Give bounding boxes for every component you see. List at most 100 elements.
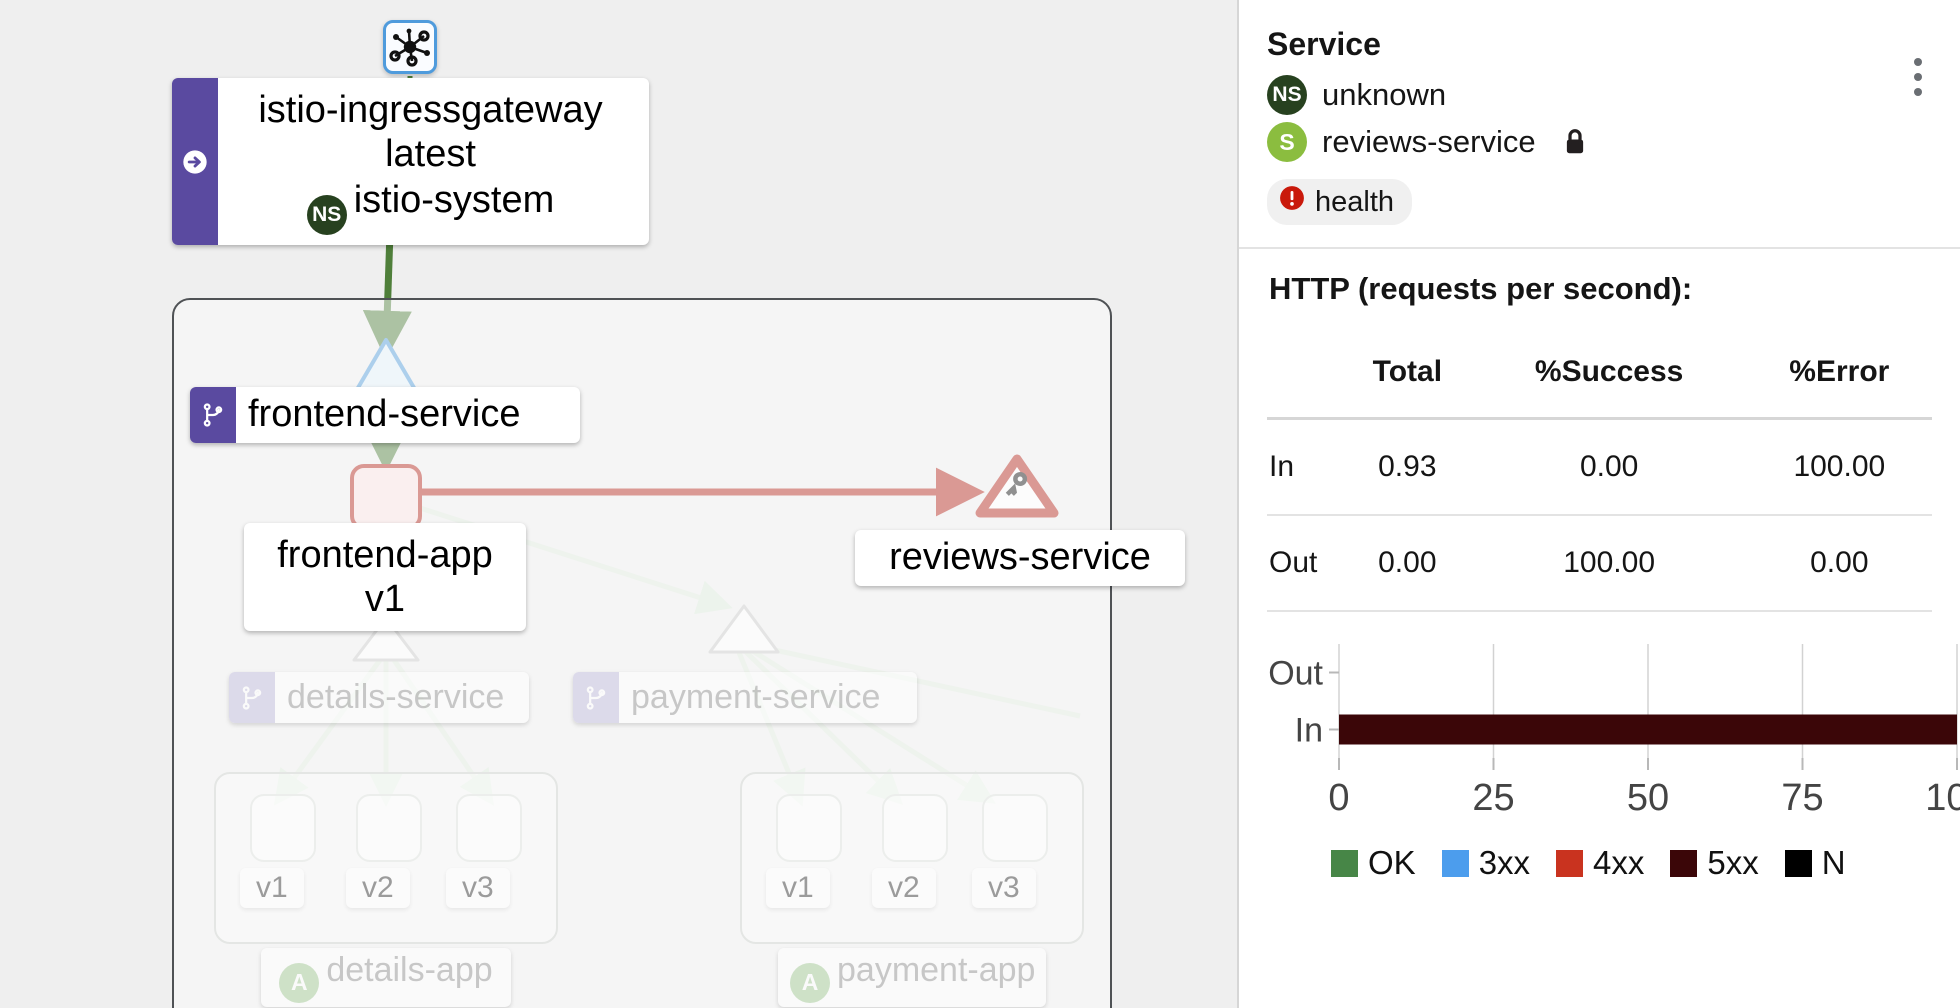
legend-swatch: [1441, 849, 1469, 877]
service-branch-icon: [586, 686, 606, 710]
service-branch-icon: [242, 686, 262, 710]
node-payment-app[interactable]: Apayment-app: [778, 948, 1046, 1007]
panel-header: Service NS unknown S reviews-service hea…: [1239, 0, 1960, 247]
legend-item-5xx[interactable]: 5xx: [1670, 844, 1759, 882]
payment-v3-box[interactable]: [982, 794, 1048, 862]
service-branch-icon: [203, 403, 223, 427]
frontend-service-gutter: [190, 387, 236, 443]
legend-label: 4xx: [1593, 844, 1645, 881]
panel-namespace-row: NS unknown: [1267, 75, 1932, 115]
frontend-app-name: frontend-app: [277, 534, 493, 576]
cell-direction: Out: [1267, 515, 1343, 612]
panel-service-row: S reviews-service: [1267, 122, 1932, 162]
ns-name: istio-system: [353, 179, 555, 222]
cell-total: 0.00: [1343, 515, 1472, 612]
col-error: %Error: [1746, 325, 1932, 420]
cluster-node[interactable]: [383, 20, 437, 74]
payment-v2-label: v2: [872, 868, 936, 908]
panel-title: Service: [1267, 26, 1381, 62]
app-badge: A: [279, 962, 320, 1003]
reviews-service-label: reviews-service: [889, 536, 1151, 578]
payment-service-gutter: [573, 672, 619, 724]
svg-text:50: 50: [1627, 777, 1669, 819]
legend-swatch: [1331, 849, 1358, 877]
payment-v1-box[interactable]: [776, 794, 842, 862]
node-title-line1: istio-ingressgateway: [258, 89, 603, 131]
mesh-icon: [389, 28, 430, 67]
ns-badge: NS: [1267, 75, 1307, 115]
node-frontend-service[interactable]: frontend-service: [190, 387, 580, 443]
svg-text:0: 0: [1328, 777, 1349, 819]
node-label-text: frontend-service: [248, 393, 521, 435]
table-header-row: Total %Success %Error: [1267, 325, 1932, 420]
svg-text:75: 75: [1781, 777, 1823, 819]
payment-v1-label: v1: [766, 868, 830, 908]
payment-app-label: payment-app: [837, 951, 1036, 989]
http-section-title: HTTP (requests per second):: [1269, 271, 1693, 306]
payment-service-label: payment-service: [631, 678, 881, 716]
table-row: In 0.93 0.00 100.00: [1267, 418, 1932, 516]
cell-success: 100.00: [1471, 515, 1747, 612]
legend-item-ok[interactable]: OK: [1331, 844, 1416, 882]
col-direction: [1267, 325, 1343, 420]
side-panel: Service NS unknown S reviews-service hea…: [1237, 0, 1960, 1008]
chart-svg: Out In0 25 50 75 100: [1268, 644, 1960, 819]
node-reviews-service[interactable]: reviews-service: [855, 530, 1185, 586]
svg-text:Out: Out: [1268, 655, 1323, 693]
panel-service-name: reviews-service: [1322, 124, 1536, 159]
cell-error: 100.00: [1746, 418, 1932, 516]
http-metrics-section: HTTP (requests per second): Total %Succe…: [1239, 249, 1960, 882]
graph-canvas[interactable]: istio-ingressgateway latest NS istio-syst…: [0, 0, 1237, 1008]
col-success: %Success: [1471, 325, 1747, 420]
legend-item-3xx[interactable]: 3xx: [1441, 844, 1531, 882]
service-badge: S: [1267, 122, 1307, 162]
legend-label: 3xx: [1478, 844, 1531, 881]
error-circle-icon: [1279, 185, 1305, 219]
details-v2-label: v2: [346, 868, 410, 908]
node-namespace-row: NS istio-system: [232, 178, 629, 236]
kebab-menu-icon[interactable]: [1914, 58, 1922, 96]
kebab-dot: [1914, 58, 1922, 66]
details-v3-label: v3: [446, 868, 510, 908]
payment-v2-box[interactable]: [882, 794, 948, 862]
node-payment-service[interactable]: payment-service: [573, 672, 917, 724]
legend-item-noresponse[interactable]: N: [1784, 844, 1846, 882]
details-v1-label: v1: [240, 868, 304, 908]
http-bar-chart: Out In0 25 50 75 100: [1267, 638, 1960, 838]
details-v2-box[interactable]: [356, 794, 422, 862]
cell-total: 0.93: [1343, 418, 1472, 516]
cell-direction: In: [1267, 418, 1343, 516]
col-total: Total: [1343, 325, 1472, 420]
details-v3-box[interactable]: [456, 794, 522, 862]
gateway-arrow-icon: [183, 150, 207, 174]
legend-label: N: [1821, 844, 1846, 881]
panel-namespace: unknown: [1322, 77, 1447, 112]
cell-error: 0.00: [1746, 515, 1932, 612]
kiali-graph-page: istio-ingressgateway latest NS istio-syst…: [0, 0, 1960, 1008]
legend-swatch: [1556, 849, 1584, 877]
payment-v3-label: v3: [972, 868, 1036, 908]
ns-badge: NS: [306, 195, 347, 236]
node-details-service[interactable]: details-service: [229, 672, 529, 724]
node-title-line2: latest: [385, 133, 476, 176]
health-badge[interactable]: health: [1267, 179, 1413, 225]
kebab-dot: [1914, 88, 1922, 96]
legend-label: OK: [1368, 844, 1416, 881]
legend-swatch: [1670, 849, 1698, 877]
node-istio-ingressgateway[interactable]: istio-ingressgateway latest NS istio-syst…: [172, 78, 649, 246]
legend-item-4xx[interactable]: 4xx: [1556, 844, 1644, 882]
kebab-dot: [1914, 73, 1922, 81]
legend-label: 5xx: [1707, 844, 1759, 881]
app-badge: A: [790, 962, 830, 1003]
details-app-label: details-app: [326, 951, 493, 989]
frontend-app-version: v1: [364, 578, 406, 621]
details-service-gutter: [229, 672, 275, 724]
svg-text:25: 25: [1472, 777, 1514, 819]
svg-text:In: In: [1295, 712, 1323, 750]
cell-success: 0.00: [1471, 418, 1747, 516]
node-frontend-app[interactable]: frontend-app v1: [244, 523, 526, 632]
table-row: Out 0.00 100.00 0.00: [1267, 515, 1932, 612]
node-details-app[interactable]: Adetails-app: [261, 948, 511, 1007]
details-v1-box[interactable]: [250, 794, 316, 862]
legend-swatch: [1784, 849, 1812, 877]
